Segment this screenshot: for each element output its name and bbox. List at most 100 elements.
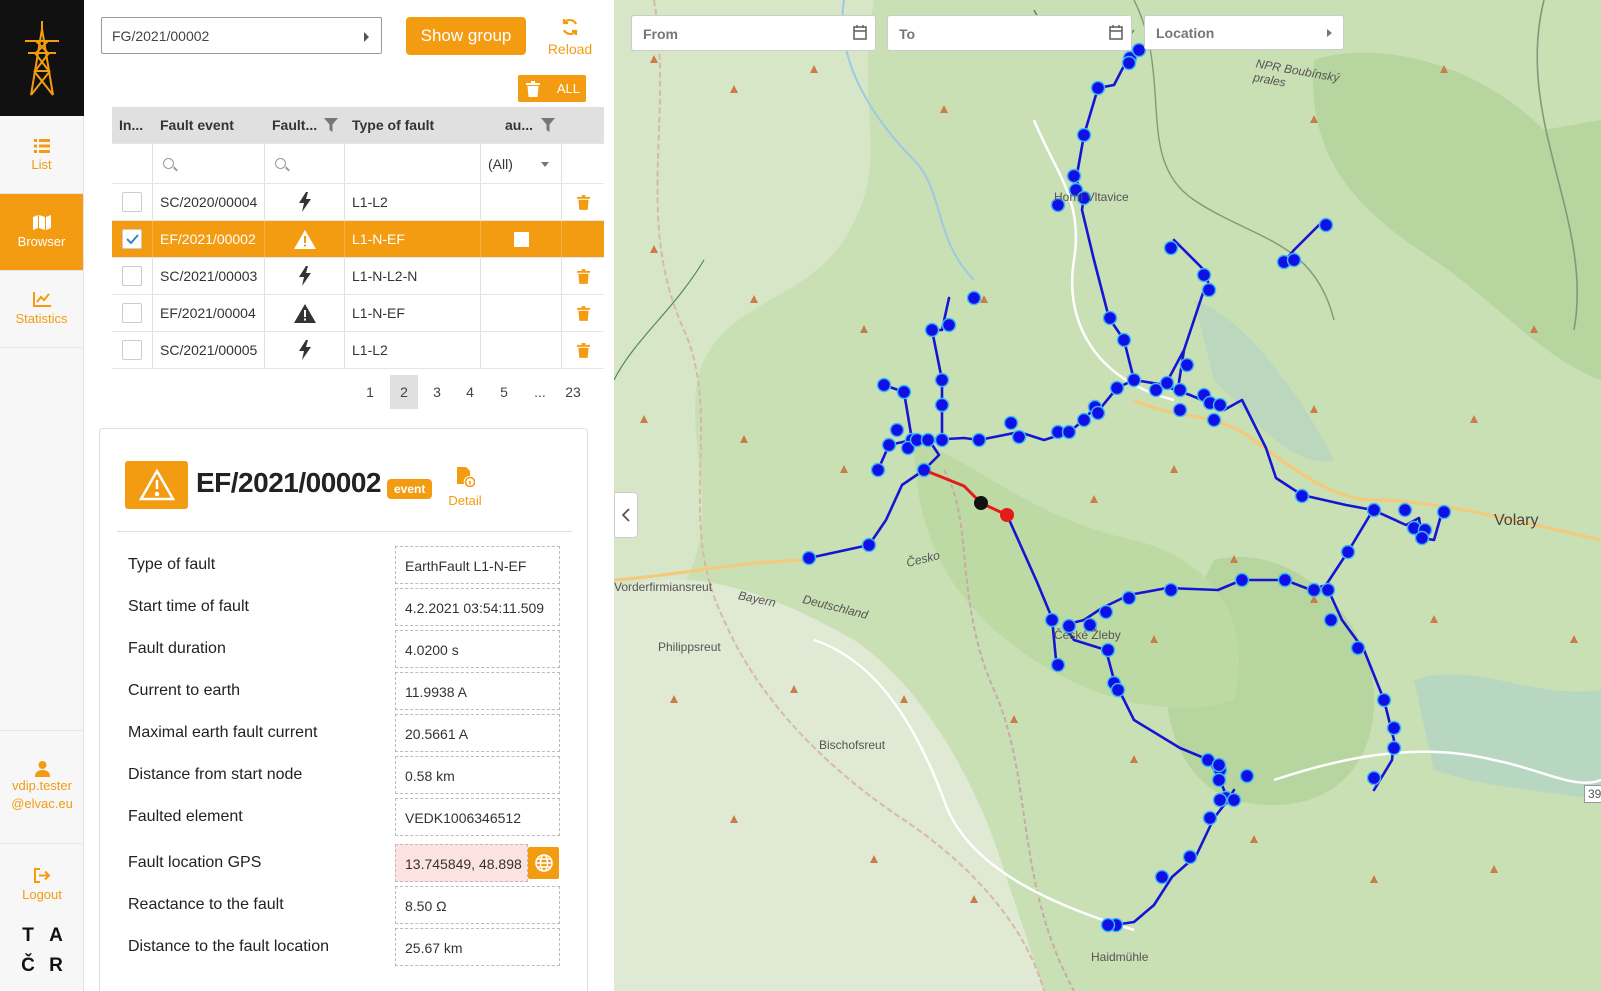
filter-icon[interactable]: [541, 118, 555, 132]
network-node[interactable]: [941, 317, 957, 333]
page-button[interactable]: ...: [522, 375, 558, 409]
network-node[interactable]: [1320, 582, 1336, 598]
network-node[interactable]: [1102, 310, 1118, 326]
network-node[interactable]: [1212, 397, 1228, 413]
filter-icon[interactable]: [324, 118, 338, 132]
network-node[interactable]: [1294, 488, 1310, 504]
user-account[interactable]: vdip.tester@elvac.eu: [0, 730, 84, 844]
network-node[interactable]: [1090, 405, 1106, 421]
network-node[interactable]: [966, 290, 982, 306]
network-node[interactable]: [1386, 720, 1402, 736]
nav-browser[interactable]: Browser: [0, 194, 83, 271]
calendar-icon[interactable]: [853, 25, 867, 40]
page-button[interactable]: 4: [456, 375, 484, 409]
network-node[interactable]: [1340, 544, 1356, 560]
network-node[interactable]: [1211, 757, 1227, 773]
network-node[interactable]: [1110, 682, 1126, 698]
network-node[interactable]: [1100, 642, 1116, 658]
network-node[interactable]: [1163, 582, 1179, 598]
network-node[interactable]: [1126, 372, 1142, 388]
fault-location-marker[interactable]: [1000, 508, 1014, 522]
network-node[interactable]: [971, 432, 987, 448]
network-node[interactable]: [1179, 357, 1195, 373]
network-node[interactable]: [924, 322, 940, 338]
table-row[interactable]: EF/2021/00004 L1-N-EF: [112, 295, 604, 332]
network-node[interactable]: [1350, 640, 1366, 656]
network-node[interactable]: [1159, 375, 1175, 391]
collapse-panel-button[interactable]: [614, 492, 638, 538]
network-node[interactable]: [1323, 612, 1339, 628]
network-node[interactable]: [881, 437, 897, 453]
fault-event-filter-input[interactable]: [153, 144, 265, 183]
calendar-icon[interactable]: [1109, 25, 1123, 40]
trash-icon[interactable]: [576, 231, 590, 247]
network-node[interactable]: [1098, 604, 1114, 620]
network-node[interactable]: [1109, 380, 1125, 396]
page-button[interactable]: 5: [490, 375, 518, 409]
network-node[interactable]: [1196, 267, 1212, 283]
fault-start-node[interactable]: [974, 496, 988, 510]
map-view[interactable]: Volary Bayern Deutschland Philippsreut V…: [614, 0, 1601, 991]
network-node[interactable]: [1212, 792, 1228, 808]
network-node[interactable]: [1066, 168, 1082, 184]
network-node[interactable]: [1172, 402, 1188, 418]
network-node[interactable]: [876, 377, 892, 393]
network-node[interactable]: [1061, 424, 1077, 440]
fault-kind-filter-input[interactable]: [265, 144, 345, 183]
network-node[interactable]: [889, 422, 905, 438]
network-node[interactable]: [1163, 240, 1179, 256]
network-node[interactable]: [1076, 127, 1092, 143]
network-node[interactable]: [934, 432, 950, 448]
date-from-input[interactable]: From: [631, 15, 876, 51]
fault-group-select[interactable]: FG/2021/00002: [101, 17, 382, 54]
network-node[interactable]: [1201, 282, 1217, 298]
trash-icon[interactable]: [576, 342, 590, 358]
col-header-type-of-fault[interactable]: Type of fault: [345, 107, 481, 143]
network-node[interactable]: [1436, 504, 1452, 520]
map-canvas[interactable]: [614, 0, 1601, 991]
page-button[interactable]: 1: [356, 375, 384, 409]
location-select[interactable]: Location: [1144, 15, 1344, 50]
table-row[interactable]: SC/2021/00005 L1-L2: [112, 332, 604, 369]
nav-list[interactable]: List: [0, 117, 83, 194]
network-node[interactable]: [1154, 869, 1170, 885]
show-group-button[interactable]: Show group: [406, 17, 526, 55]
network-node[interactable]: [1306, 582, 1322, 598]
network-node[interactable]: [1003, 415, 1019, 431]
aut-checkbox[interactable]: [513, 231, 529, 247]
delete-all-button[interactable]: ALL: [518, 75, 586, 102]
detail-button[interactable]: Detail: [448, 467, 482, 508]
network-node[interactable]: [1044, 612, 1060, 628]
row-checkbox[interactable]: [122, 192, 142, 212]
page-button[interactable]: 23: [559, 375, 587, 409]
nav-statistics[interactable]: Statistics: [0, 271, 83, 348]
network-node[interactable]: [1286, 252, 1302, 268]
network-node[interactable]: [1234, 572, 1250, 588]
trash-icon[interactable]: [576, 305, 590, 321]
page-button[interactable]: 2: [390, 375, 418, 409]
row-checkbox[interactable]: [122, 229, 142, 249]
network-node[interactable]: [1202, 810, 1218, 826]
table-row[interactable]: SC/2020/00004 L1-L2: [112, 184, 604, 221]
trash-icon[interactable]: [576, 194, 590, 210]
network-node[interactable]: [1090, 80, 1106, 96]
row-checkbox[interactable]: [122, 266, 142, 286]
network-node[interactable]: [1206, 412, 1222, 428]
network-node[interactable]: [1397, 502, 1413, 518]
network-node[interactable]: [1172, 382, 1188, 398]
aut-filter-select[interactable]: (All): [481, 144, 562, 183]
network-node[interactable]: [1116, 332, 1132, 348]
network-node[interactable]: [801, 550, 817, 566]
network-node[interactable]: [1226, 792, 1242, 808]
show-on-map-button[interactable]: [528, 847, 559, 879]
fault-gps-field[interactable]: 13.745849, 48.898: [395, 844, 528, 882]
network-node[interactable]: [1076, 412, 1092, 428]
network-node[interactable]: [916, 462, 932, 478]
app-logo[interactable]: [0, 0, 84, 116]
table-row[interactable]: EF/2021/00002 L1-N-EF: [112, 221, 604, 258]
trash-icon[interactable]: [576, 268, 590, 284]
network-node[interactable]: [1011, 429, 1027, 445]
page-button[interactable]: 3: [423, 375, 451, 409]
reload-button[interactable]: Reload: [546, 18, 594, 57]
network-node[interactable]: [1414, 530, 1430, 546]
